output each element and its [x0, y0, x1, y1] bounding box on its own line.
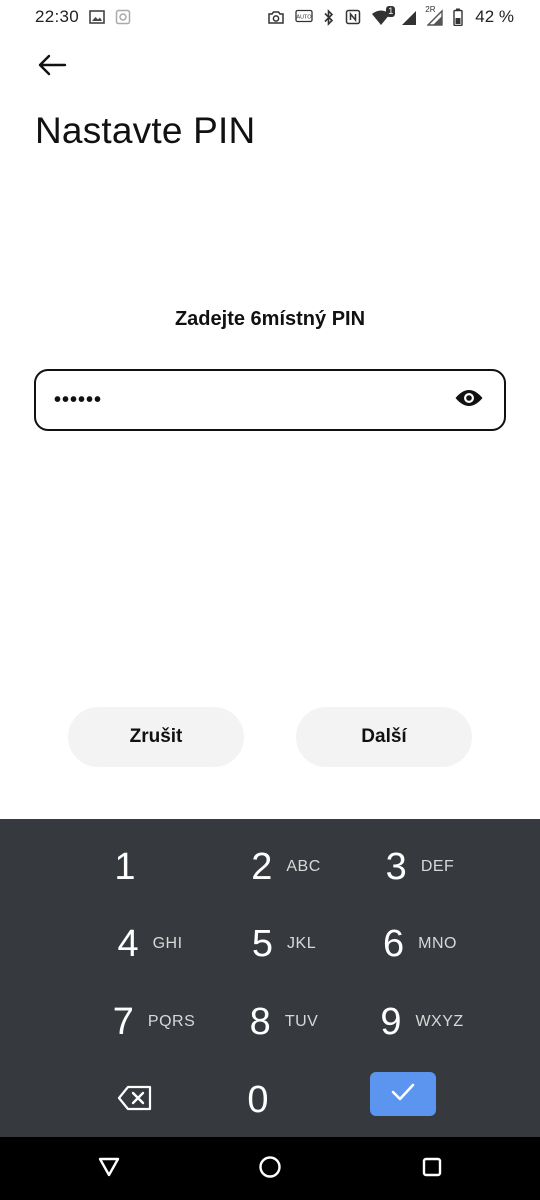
signal-badge: 2R — [425, 4, 436, 14]
screenshot-icon — [115, 9, 131, 25]
status-left: 22:30 — [35, 7, 131, 27]
nav-back-button[interactable] — [92, 1153, 126, 1185]
key-letters: ABC — [286, 858, 321, 875]
arrow-left-icon — [37, 54, 67, 81]
key-digit: 8 — [249, 1000, 271, 1043]
key-2[interactable]: 2 ABC — [221, 832, 351, 902]
battery-percentage: 42 % — [475, 7, 514, 26]
backspace-key[interactable] — [70, 1065, 200, 1135]
signal-icon — [401, 9, 417, 26]
key-digit: 6 — [383, 922, 405, 965]
bluetooth-icon — [323, 8, 335, 26]
camera-icon — [267, 10, 285, 25]
status-right: AUTO 1 2R 42 % — [267, 5, 514, 27]
key-5[interactable]: 5 JKL — [219, 909, 349, 979]
key-8[interactable]: 8 TUV — [219, 987, 349, 1057]
key-digit: 2 — [251, 845, 273, 888]
wifi-badge: 1 — [386, 5, 396, 17]
signal-2-icon: 2R — [425, 5, 443, 26]
square-recents-icon — [421, 1156, 443, 1183]
triangle-back-icon — [98, 1157, 120, 1182]
pin-field — [34, 369, 506, 431]
key-digit: 3 — [385, 845, 407, 888]
key-4[interactable]: 4 GHI — [85, 909, 215, 979]
key-digit: 9 — [380, 1000, 402, 1043]
cancel-button[interactable]: Zrušit — [68, 707, 244, 767]
key-digit: 7 — [112, 1000, 134, 1043]
check-icon — [390, 1082, 416, 1107]
pin-input[interactable] — [54, 371, 452, 429]
key-digit: 0 — [247, 1078, 269, 1121]
page-title: Nastavte PIN — [35, 110, 256, 151]
auto-brightness-icon: AUTO — [295, 9, 313, 25]
key-letters: TUV — [284, 1013, 319, 1030]
pin-prompt: Zadejte 6místný PIN — [174, 308, 366, 330]
key-letters: WXYZ — [415, 1013, 464, 1030]
image-icon — [89, 10, 105, 24]
nav-recents-button[interactable] — [415, 1153, 449, 1185]
backspace-icon — [117, 1085, 153, 1116]
key-letters: GHI — [152, 935, 183, 952]
confirm-key[interactable] — [370, 1072, 436, 1116]
key-7[interactable]: 7 PQRS — [89, 987, 219, 1057]
key-1[interactable]: 1 — [60, 832, 190, 902]
next-button[interactable]: Další — [296, 707, 472, 767]
eye-icon — [454, 388, 484, 413]
pin-setup-screen: 22:30 AUTO 1 2R 42 % Nastavte PIN Zadejt… — [0, 0, 540, 1200]
battery-icon — [453, 8, 463, 26]
key-letters: PQRS — [147, 1013, 196, 1030]
key-letters: JKL — [287, 935, 317, 952]
wifi-icon: 1 — [371, 5, 396, 26]
key-6[interactable]: 6 MNO — [355, 909, 485, 979]
key-letters: DEF — [420, 858, 455, 875]
key-digit: 1 — [114, 845, 136, 888]
nfc-icon — [345, 9, 361, 25]
key-3[interactable]: 3 DEF — [355, 832, 485, 902]
show-pin-toggle[interactable] — [452, 383, 486, 417]
svg-text:AUTO: AUTO — [297, 15, 313, 21]
circle-home-icon — [258, 1155, 282, 1184]
back-button[interactable] — [30, 48, 74, 86]
key-9[interactable]: 9 WXYZ — [357, 987, 487, 1057]
key-letters: MNO — [418, 935, 457, 952]
nav-home-button[interactable] — [253, 1153, 287, 1185]
key-digit: 5 — [251, 922, 274, 965]
system-nav-bar — [0, 1137, 540, 1200]
status-bar: 22:30 AUTO 1 2R 42 % — [0, 0, 540, 34]
status-time: 22:30 — [35, 7, 80, 26]
key-digit: 4 — [117, 922, 139, 965]
numeric-keypad: 1 2 ABC 3 DEF 4 GHI 5 JKL 6 MNO 7 PQRS 8… — [0, 819, 540, 1137]
key-0[interactable]: 0 — [193, 1065, 323, 1135]
